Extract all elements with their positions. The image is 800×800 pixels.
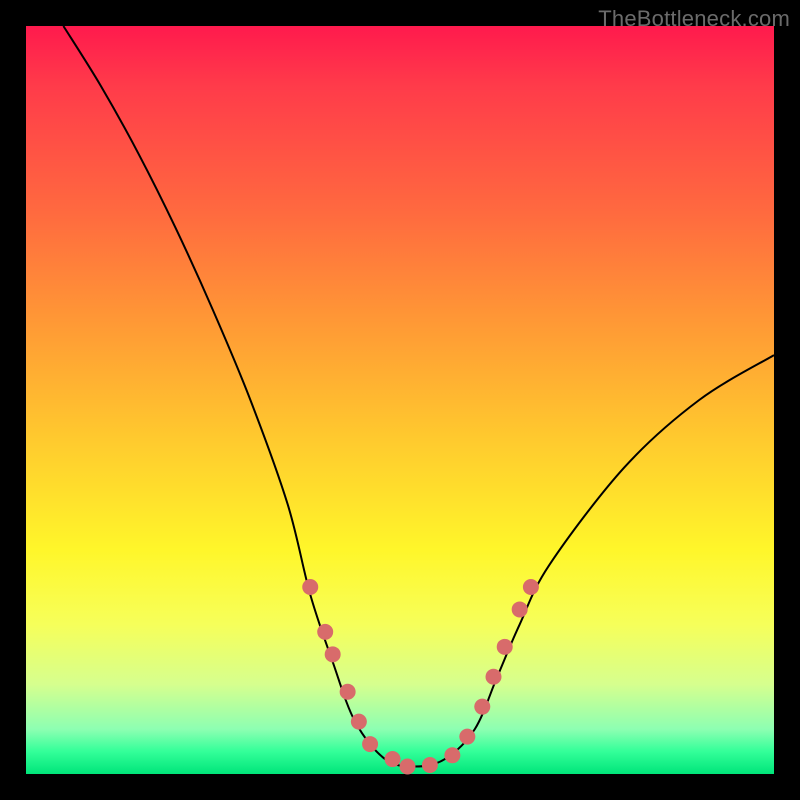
curve-marker [340,684,356,700]
curve-marker [512,601,528,617]
curve-marker [444,747,460,763]
curve-marker [486,669,502,685]
curve-marker [474,699,490,715]
curve-marker [385,751,401,767]
curve-marker [325,646,341,662]
chart-plot-area [26,26,774,774]
watermark-text: TheBottleneck.com [598,6,790,32]
curve-marker [523,579,539,595]
curve-marker [317,624,333,640]
curve-marker [422,757,438,773]
curve-marker [362,736,378,752]
curve-marker [351,714,367,730]
bottleneck-curve-line [63,26,774,767]
bottleneck-curve-svg [26,26,774,774]
curve-marker [302,579,318,595]
curve-marker [459,729,475,745]
curve-marker [497,639,513,655]
curve-marker [399,759,415,775]
